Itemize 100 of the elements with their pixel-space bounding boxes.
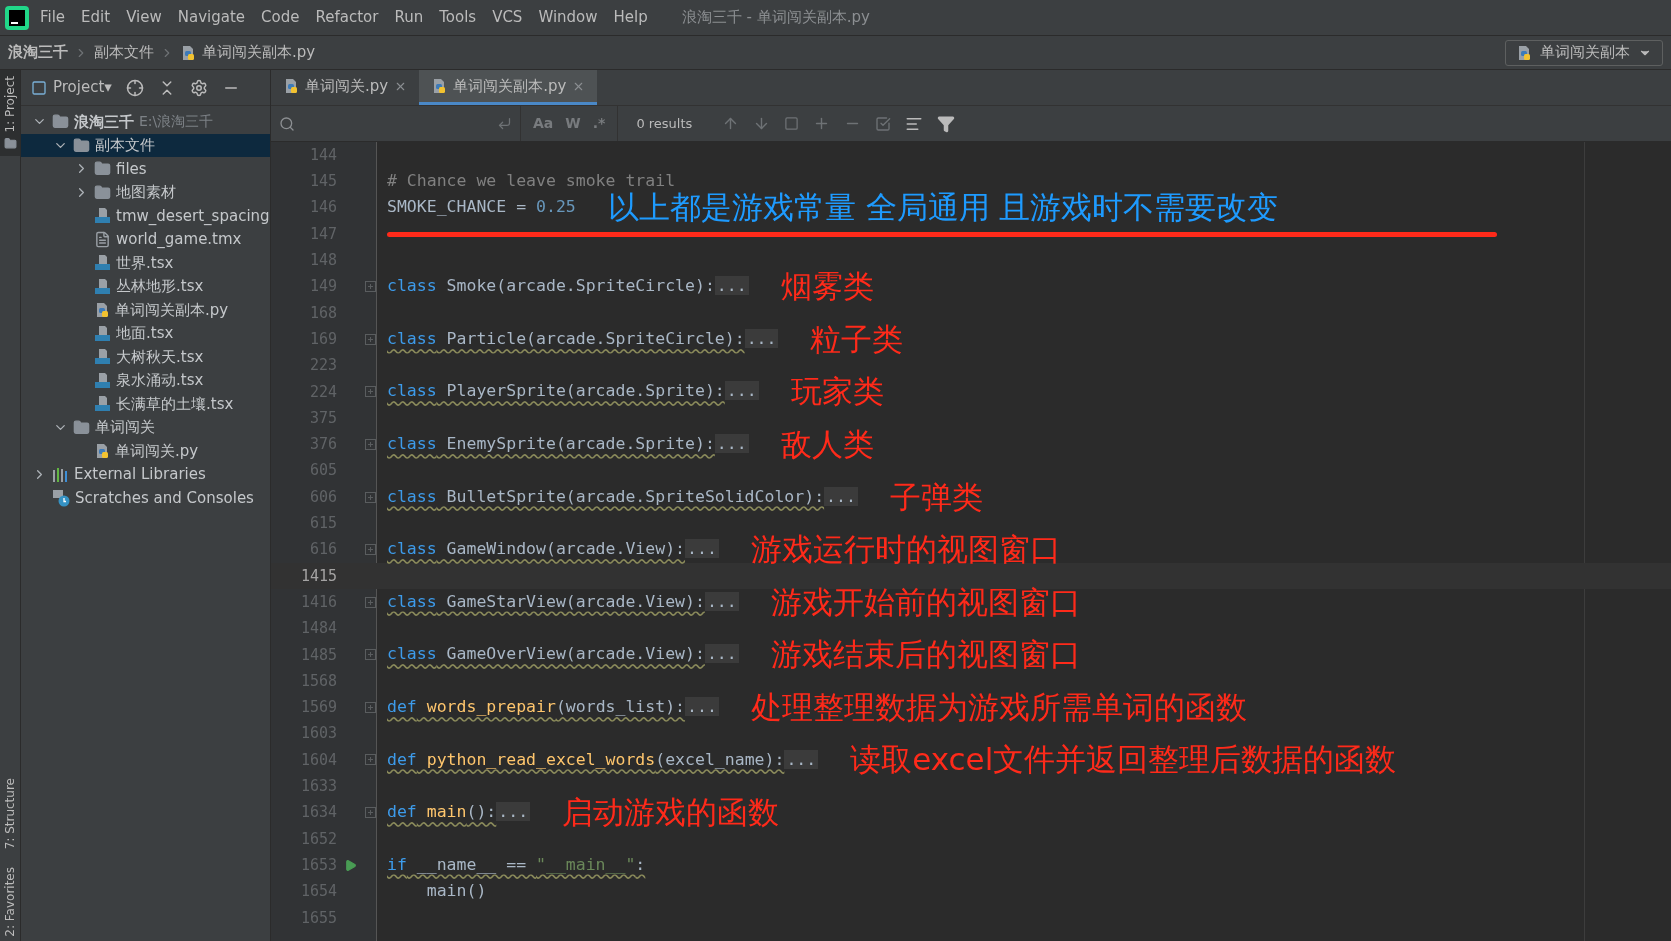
code-line: class EnemySprite(arcade.Sprite):... bbox=[387, 433, 749, 456]
tree-item[interactable]: tmw_desert_spacing bbox=[21, 204, 270, 228]
tsx-file-icon bbox=[94, 395, 111, 413]
folder-icon bbox=[73, 136, 90, 154]
annotation-text: 游戏运行时的视图窗口 bbox=[750, 534, 1061, 566]
menu-item[interactable]: VCS bbox=[486, 6, 529, 29]
filter-icon[interactable] bbox=[937, 114, 956, 133]
annotation-text: 子弹类 bbox=[889, 481, 983, 513]
tsx-file-icon bbox=[94, 324, 111, 342]
search-icon bbox=[279, 115, 295, 132]
tree-item-label: 大树秋天.tsx bbox=[116, 346, 204, 368]
menu-item[interactable]: Run bbox=[388, 6, 430, 29]
tree-item[interactable]: Scratches and Consoles bbox=[21, 486, 270, 510]
menu-item[interactable]: Help bbox=[607, 6, 654, 29]
code-line: class Particle(arcade.SpriteCircle):... bbox=[387, 327, 779, 350]
project-tool-tab[interactable]: 1: Project bbox=[0, 70, 20, 156]
code-line: class GameStarView(arcade.View):... bbox=[387, 590, 739, 613]
tree-item[interactable]: 丛林地形.tsx bbox=[21, 274, 270, 298]
tsx-file-icon bbox=[94, 348, 111, 366]
tsx-file-icon bbox=[94, 371, 111, 389]
fold-marker-icon[interactable] bbox=[364, 807, 376, 819]
python-file-icon bbox=[180, 44, 196, 61]
annotation-text: 读取excel文件并返回整理后数据的函数 bbox=[850, 744, 1397, 776]
run-configuration-dropdown[interactable]: 单词闯关副本 bbox=[1505, 39, 1663, 66]
project-view-selector[interactable]: Project▾ bbox=[31, 76, 112, 99]
tree-item-label: 长满草的土壤.tsx bbox=[116, 393, 234, 415]
menu-item[interactable]: File bbox=[34, 6, 72, 29]
code-line: class BulletSprite(arcade.SpriteSolidColor):... bbox=[387, 485, 858, 508]
tree-item[interactable]: 长满草的土壤.tsx bbox=[21, 392, 270, 416]
tsx-file-icon bbox=[94, 277, 111, 295]
python-file-icon bbox=[94, 301, 110, 318]
annotation-text: 游戏结束后的视图窗口 bbox=[770, 639, 1081, 671]
breadcrumb-item[interactable]: 副本文件 bbox=[94, 41, 154, 64]
annotation-text: 玩家类 bbox=[790, 376, 884, 408]
results-count: 0 results bbox=[636, 114, 693, 133]
newline-icon[interactable] bbox=[497, 116, 512, 131]
tree-item-label: 副本文件 bbox=[95, 135, 155, 156]
fold-marker-icon[interactable] bbox=[364, 386, 376, 398]
tree-item-label: files bbox=[116, 158, 147, 180]
tree-item-label: 地面.tsx bbox=[116, 323, 174, 344]
fold-marker-icon[interactable] bbox=[364, 754, 376, 766]
code-line: main() bbox=[425, 880, 487, 903]
line-number: 1415 bbox=[299, 565, 337, 587]
fold-marker-icon[interactable] bbox=[364, 701, 376, 713]
tree-item[interactable]: 地图素材 bbox=[21, 180, 270, 204]
code-line: def words_prepair(words_list):... bbox=[387, 696, 719, 719]
annotation-text: 处理整理数据为游戏所需单词的函数 bbox=[750, 691, 1247, 723]
window-title: 浪淘三千 - 单词闯关副本.py bbox=[681, 7, 870, 29]
tree-item[interactable]: files bbox=[21, 157, 270, 181]
menu-item[interactable]: Window bbox=[532, 6, 604, 29]
run-icon[interactable] bbox=[343, 858, 357, 872]
tree-item[interactable]: 单词闯关 bbox=[21, 415, 270, 439]
tree-item[interactable]: 泉水涌动.tsx bbox=[21, 368, 270, 392]
menu-item[interactable]: Tools bbox=[433, 6, 483, 29]
menu-item[interactable]: Code bbox=[255, 6, 306, 29]
breadcrumb-item[interactable]: 单词闯关副本.py bbox=[202, 41, 316, 64]
exclude-icon[interactable] bbox=[875, 115, 892, 132]
menu-item[interactable]: Navigate bbox=[171, 6, 252, 29]
fold-marker-icon[interactable] bbox=[364, 438, 376, 450]
fold-marker-icon[interactable] bbox=[364, 491, 376, 503]
libraries-icon bbox=[52, 466, 69, 482]
app-logo-icon bbox=[4, 4, 30, 31]
fold-marker-icon[interactable] bbox=[364, 333, 376, 345]
code-line: class GameWindow(arcade.View):... bbox=[387, 538, 719, 561]
folder-icon bbox=[94, 160, 111, 178]
tree-item[interactable]: 大树秋天.tsx bbox=[21, 345, 270, 369]
tree-item-label: tmw_desert_spacing bbox=[116, 205, 270, 227]
folder-icon bbox=[94, 183, 111, 201]
annotation-text: 粒子类 bbox=[810, 323, 904, 355]
code-line: class GameOverView(arcade.View):... bbox=[387, 643, 739, 666]
select-all-icon[interactable] bbox=[784, 116, 800, 131]
tree-item[interactable]: External Libraries bbox=[21, 462, 270, 486]
file-icon bbox=[94, 230, 111, 248]
python-file-icon bbox=[283, 78, 299, 94]
menu-item[interactable]: Edit bbox=[75, 6, 117, 29]
tree-item[interactable]: 世界.tsx bbox=[21, 251, 270, 275]
locate-icon[interactable] bbox=[125, 78, 144, 97]
code-line: if __name__ == "__main__": bbox=[387, 853, 646, 876]
annotation-text: 启动游戏的函数 bbox=[562, 797, 780, 829]
editor-tab[interactable]: 单词闯关.py bbox=[271, 70, 420, 105]
tree-item-label: 单词闯关 bbox=[95, 417, 155, 438]
fold-marker-icon[interactable] bbox=[364, 596, 376, 608]
settings-icon[interactable] bbox=[189, 78, 208, 97]
tool-window-tab[interactable]: 7: Structure bbox=[1, 777, 19, 850]
tree-item-label: 单词闯关.py bbox=[115, 440, 199, 462]
editor-tab[interactable]: 单词闯关副本.py bbox=[419, 70, 598, 105]
tree-item[interactable]: 单词闯关.py bbox=[21, 439, 270, 463]
tree-item[interactable]: world_game.tmx bbox=[21, 227, 270, 251]
menu-item[interactable]: Refactor bbox=[309, 6, 385, 29]
breadcrumb-item[interactable]: 浪淘三千 bbox=[8, 41, 68, 64]
tree-item[interactable]: 副本文件 bbox=[21, 133, 270, 157]
fold-marker-icon[interactable] bbox=[364, 649, 376, 661]
tool-window-tab[interactable]: 2: Favorites bbox=[1, 867, 19, 937]
fold-marker-icon[interactable] bbox=[364, 544, 376, 556]
menu-item[interactable]: View bbox=[120, 6, 168, 29]
fold-marker-icon[interactable] bbox=[364, 281, 376, 293]
tree-item[interactable]: 地面.tsx bbox=[21, 321, 270, 345]
tree-item[interactable]: 单词闯关副本.py bbox=[21, 298, 270, 322]
folder-icon bbox=[3, 136, 17, 150]
code-line: def main():... bbox=[387, 801, 531, 824]
